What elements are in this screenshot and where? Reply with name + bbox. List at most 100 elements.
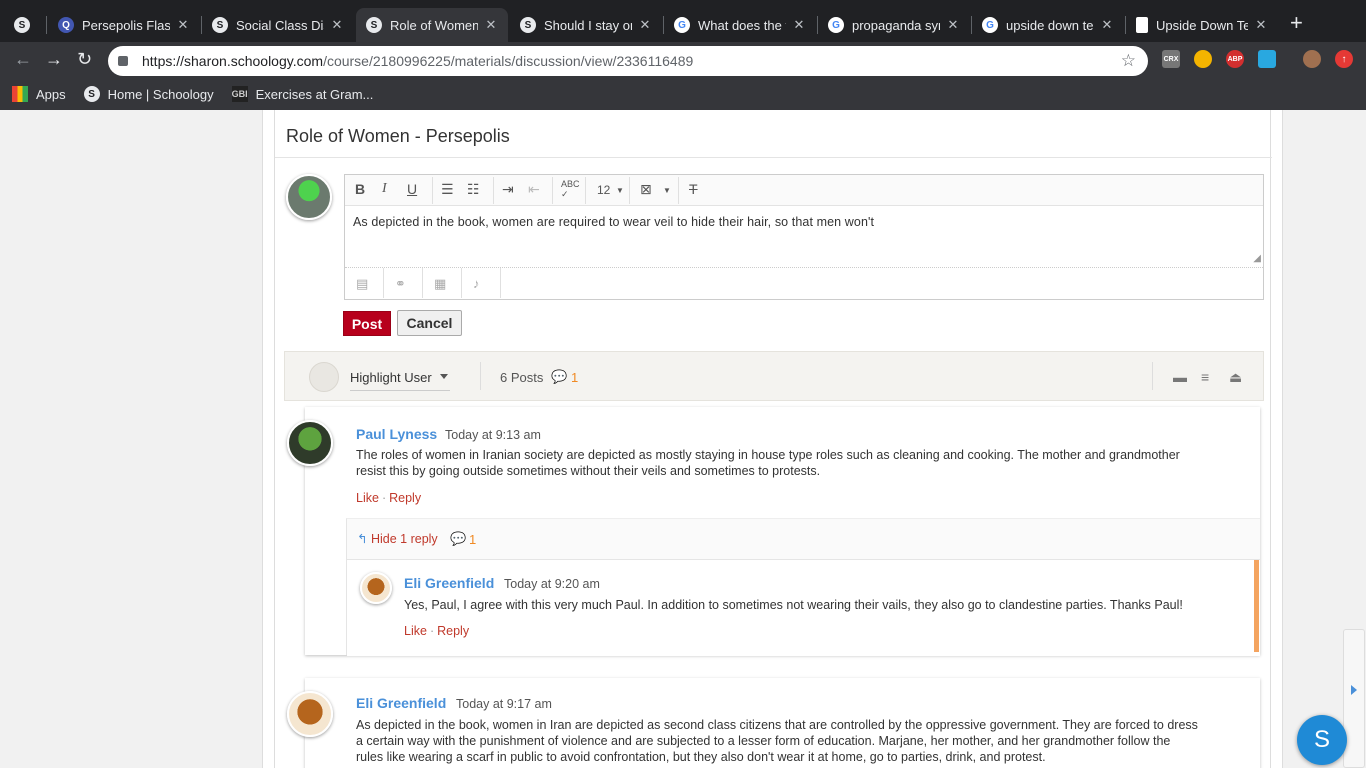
post-body-line: The roles of women in Iranian society ar… xyxy=(356,448,1180,462)
close-icon[interactable]: ✕ xyxy=(1254,17,1268,33)
post-body-line: As depicted in the book, women in Iran a… xyxy=(356,718,1198,732)
resize-handle-icon[interactable]: ◢ xyxy=(1253,253,1261,264)
chevron-down-icon xyxy=(440,374,448,379)
underline-button[interactable]: U xyxy=(407,181,417,197)
forward-icon[interactable]: → xyxy=(45,49,63,70)
post-timestamp: Today at 9:13 am xyxy=(445,428,541,442)
collapsed-view-icon[interactable]: ▬ xyxy=(1173,369,1187,385)
replies-container: ↰ Hide 1 reply 💬 1 Eli Greenfield Today … xyxy=(346,518,1260,656)
bookmark-gram[interactable]: GBI Exercises at Gram... xyxy=(231,86,374,102)
schoology-icon: S xyxy=(212,17,228,33)
discussion-content: Role of Women - Persepolis B I U ☰ ☷ ⇥ ⇤… xyxy=(274,110,1272,768)
close-icon[interactable]: ✕ xyxy=(484,17,498,33)
owl-extension-icon[interactable] xyxy=(1194,50,1212,68)
close-icon[interactable]: ✕ xyxy=(1100,17,1114,33)
resource-icon[interactable]: ▦ xyxy=(434,276,446,292)
file-attach-icon[interactable]: ▤ xyxy=(356,276,368,292)
author-name[interactable]: Eli Greenfield xyxy=(356,695,446,711)
google-icon: G xyxy=(828,17,844,33)
reload-icon[interactable]: ↻ xyxy=(77,49,92,70)
reply-link[interactable]: Reply xyxy=(437,624,469,638)
crx-extension-icon[interactable]: CRX xyxy=(1162,50,1180,68)
tab-google-1[interactable]: G What does the t ✕ xyxy=(664,8,816,42)
discussion-post: Eli Greenfield Today at 9:17 am As depic… xyxy=(287,678,1260,768)
comment-count: 1 xyxy=(571,370,579,385)
indent-icon[interactable]: ⇥ xyxy=(502,181,514,198)
like-link[interactable]: Like xyxy=(404,624,427,638)
tab-role-of-women[interactable]: S Role of Women ✕ xyxy=(356,8,508,42)
bold-button[interactable]: B xyxy=(355,181,365,197)
extension-icon[interactable] xyxy=(1258,50,1276,68)
author-name[interactable]: Paul Lyness xyxy=(356,426,437,442)
author-avatar xyxy=(287,691,333,737)
tab-google-3[interactable]: G upside down te ✕ xyxy=(972,8,1124,42)
clear-formatting-icon[interactable]: T xyxy=(689,181,698,197)
profile-avatar[interactable] xyxy=(1303,50,1321,68)
update-icon[interactable]: ↑ xyxy=(1335,50,1353,68)
close-icon[interactable]: ✕ xyxy=(946,17,960,33)
microphone-icon[interactable]: ♪ xyxy=(473,276,480,291)
highlight-user-dropdown[interactable]: Highlight User xyxy=(350,370,432,385)
close-icon[interactable]: ✕ xyxy=(792,17,806,33)
reply-arrow-icon: ↰ xyxy=(357,532,368,546)
outdent-icon[interactable]: ⇤ xyxy=(528,181,540,198)
schoology-icon: S xyxy=(14,17,30,33)
schoology-help-button[interactable]: S xyxy=(1297,715,1347,765)
rich-text-editor[interactable]: B I U ☰ ☷ ⇥ ⇤ ABC ✓ 12 ▼ ⊠ ▼ T As depict… xyxy=(344,174,1264,300)
tab-google-2[interactable]: G propaganda syn ✕ xyxy=(818,8,970,42)
schoology-icon: S xyxy=(83,86,100,102)
lock-icon xyxy=(118,56,128,66)
side-panel-toggle[interactable] xyxy=(1343,629,1365,768)
url-text: https://sharon.schoology.com/course/2180… xyxy=(142,53,693,69)
bookmark-star-icon[interactable]: ☆ xyxy=(1121,51,1136,71)
reply-author-name[interactable]: Eli Greenfield xyxy=(404,575,494,591)
apps-grid-icon xyxy=(12,86,28,102)
adblock-extension-icon[interactable]: ABP xyxy=(1226,50,1244,68)
italic-button[interactable]: I xyxy=(382,181,387,197)
close-icon[interactable]: ✕ xyxy=(176,17,190,33)
tab-social-class[interactable]: S Social Class Dis ✕ xyxy=(202,8,354,42)
insert-content-icon[interactable]: ⊠ xyxy=(640,181,652,198)
address-bar[interactable]: https://sharon.schoology.com/course/2180… xyxy=(108,46,1148,76)
chevron-down-icon: ▼ xyxy=(663,186,671,195)
back-icon[interactable]: ← xyxy=(14,49,32,70)
list-view-icon[interactable]: ≡ xyxy=(1201,369,1209,385)
expand-view-icon[interactable]: ⏏ xyxy=(1229,369,1242,386)
close-icon[interactable]: ✕ xyxy=(638,17,652,33)
bookmark-apps[interactable]: Apps xyxy=(12,86,66,102)
tab-quizlet[interactable]: Q Persepolis Flash ✕ xyxy=(48,8,200,42)
tab-should-i-stay[interactable]: S Should I stay or ✕ xyxy=(510,8,662,42)
reply-timestamp: Today at 9:20 am xyxy=(504,577,600,591)
like-link[interactable]: Like xyxy=(356,491,379,505)
cancel-button[interactable]: Cancel xyxy=(397,310,462,336)
bookmark-label: Exercises at Gram... xyxy=(255,86,374,102)
new-reply-indicator xyxy=(1254,560,1259,652)
reply-link[interactable]: Reply xyxy=(389,491,421,505)
doc-icon xyxy=(1136,17,1148,33)
tab-pinned[interactable]: S xyxy=(6,8,46,42)
bookmark-schoology[interactable]: S Home | Schoology xyxy=(83,86,214,102)
highlight-user-avatar xyxy=(309,362,339,392)
close-icon[interactable]: ✕ xyxy=(330,17,344,33)
editor-attachments-bar: ▤ ⚭ ▦ ♪ xyxy=(345,267,1263,299)
link-icon[interactable]: ⚭ xyxy=(395,276,406,292)
editor-text[interactable]: As depicted in the book, women are requi… xyxy=(353,215,874,229)
url-host: https://sharon.schoology.com xyxy=(142,53,324,69)
post-actions: Like · Reply xyxy=(356,491,422,505)
font-size-select[interactable]: 12 xyxy=(597,183,610,197)
schoology-icon: S xyxy=(366,17,382,33)
chevron-down-icon: ▼ xyxy=(616,186,624,195)
post-button[interactable]: Post xyxy=(343,311,391,336)
tab-title: upside down te xyxy=(1006,17,1094,33)
page: Role of Women - Persepolis B I U ☰ ☷ ⇥ ⇤… xyxy=(0,110,1366,768)
tab-title: Role of Women xyxy=(390,17,478,33)
bullet-list-icon[interactable]: ☰ xyxy=(441,181,454,198)
numbered-list-icon[interactable]: ☷ xyxy=(467,181,480,198)
new-tab-icon[interactable]: + xyxy=(1290,11,1303,35)
hide-replies-link[interactable]: ↰ Hide 1 reply xyxy=(357,531,438,546)
spellcheck-icon[interactable]: ABC ✓ xyxy=(561,179,580,200)
tab-doc[interactable]: Upside Down Te ✕ xyxy=(1126,8,1278,42)
post-body-line: resist this by going outside sometimes w… xyxy=(356,464,821,478)
url-path: /course/2180996225/materials/discussion/… xyxy=(323,53,694,69)
google-icon: G xyxy=(674,17,690,33)
